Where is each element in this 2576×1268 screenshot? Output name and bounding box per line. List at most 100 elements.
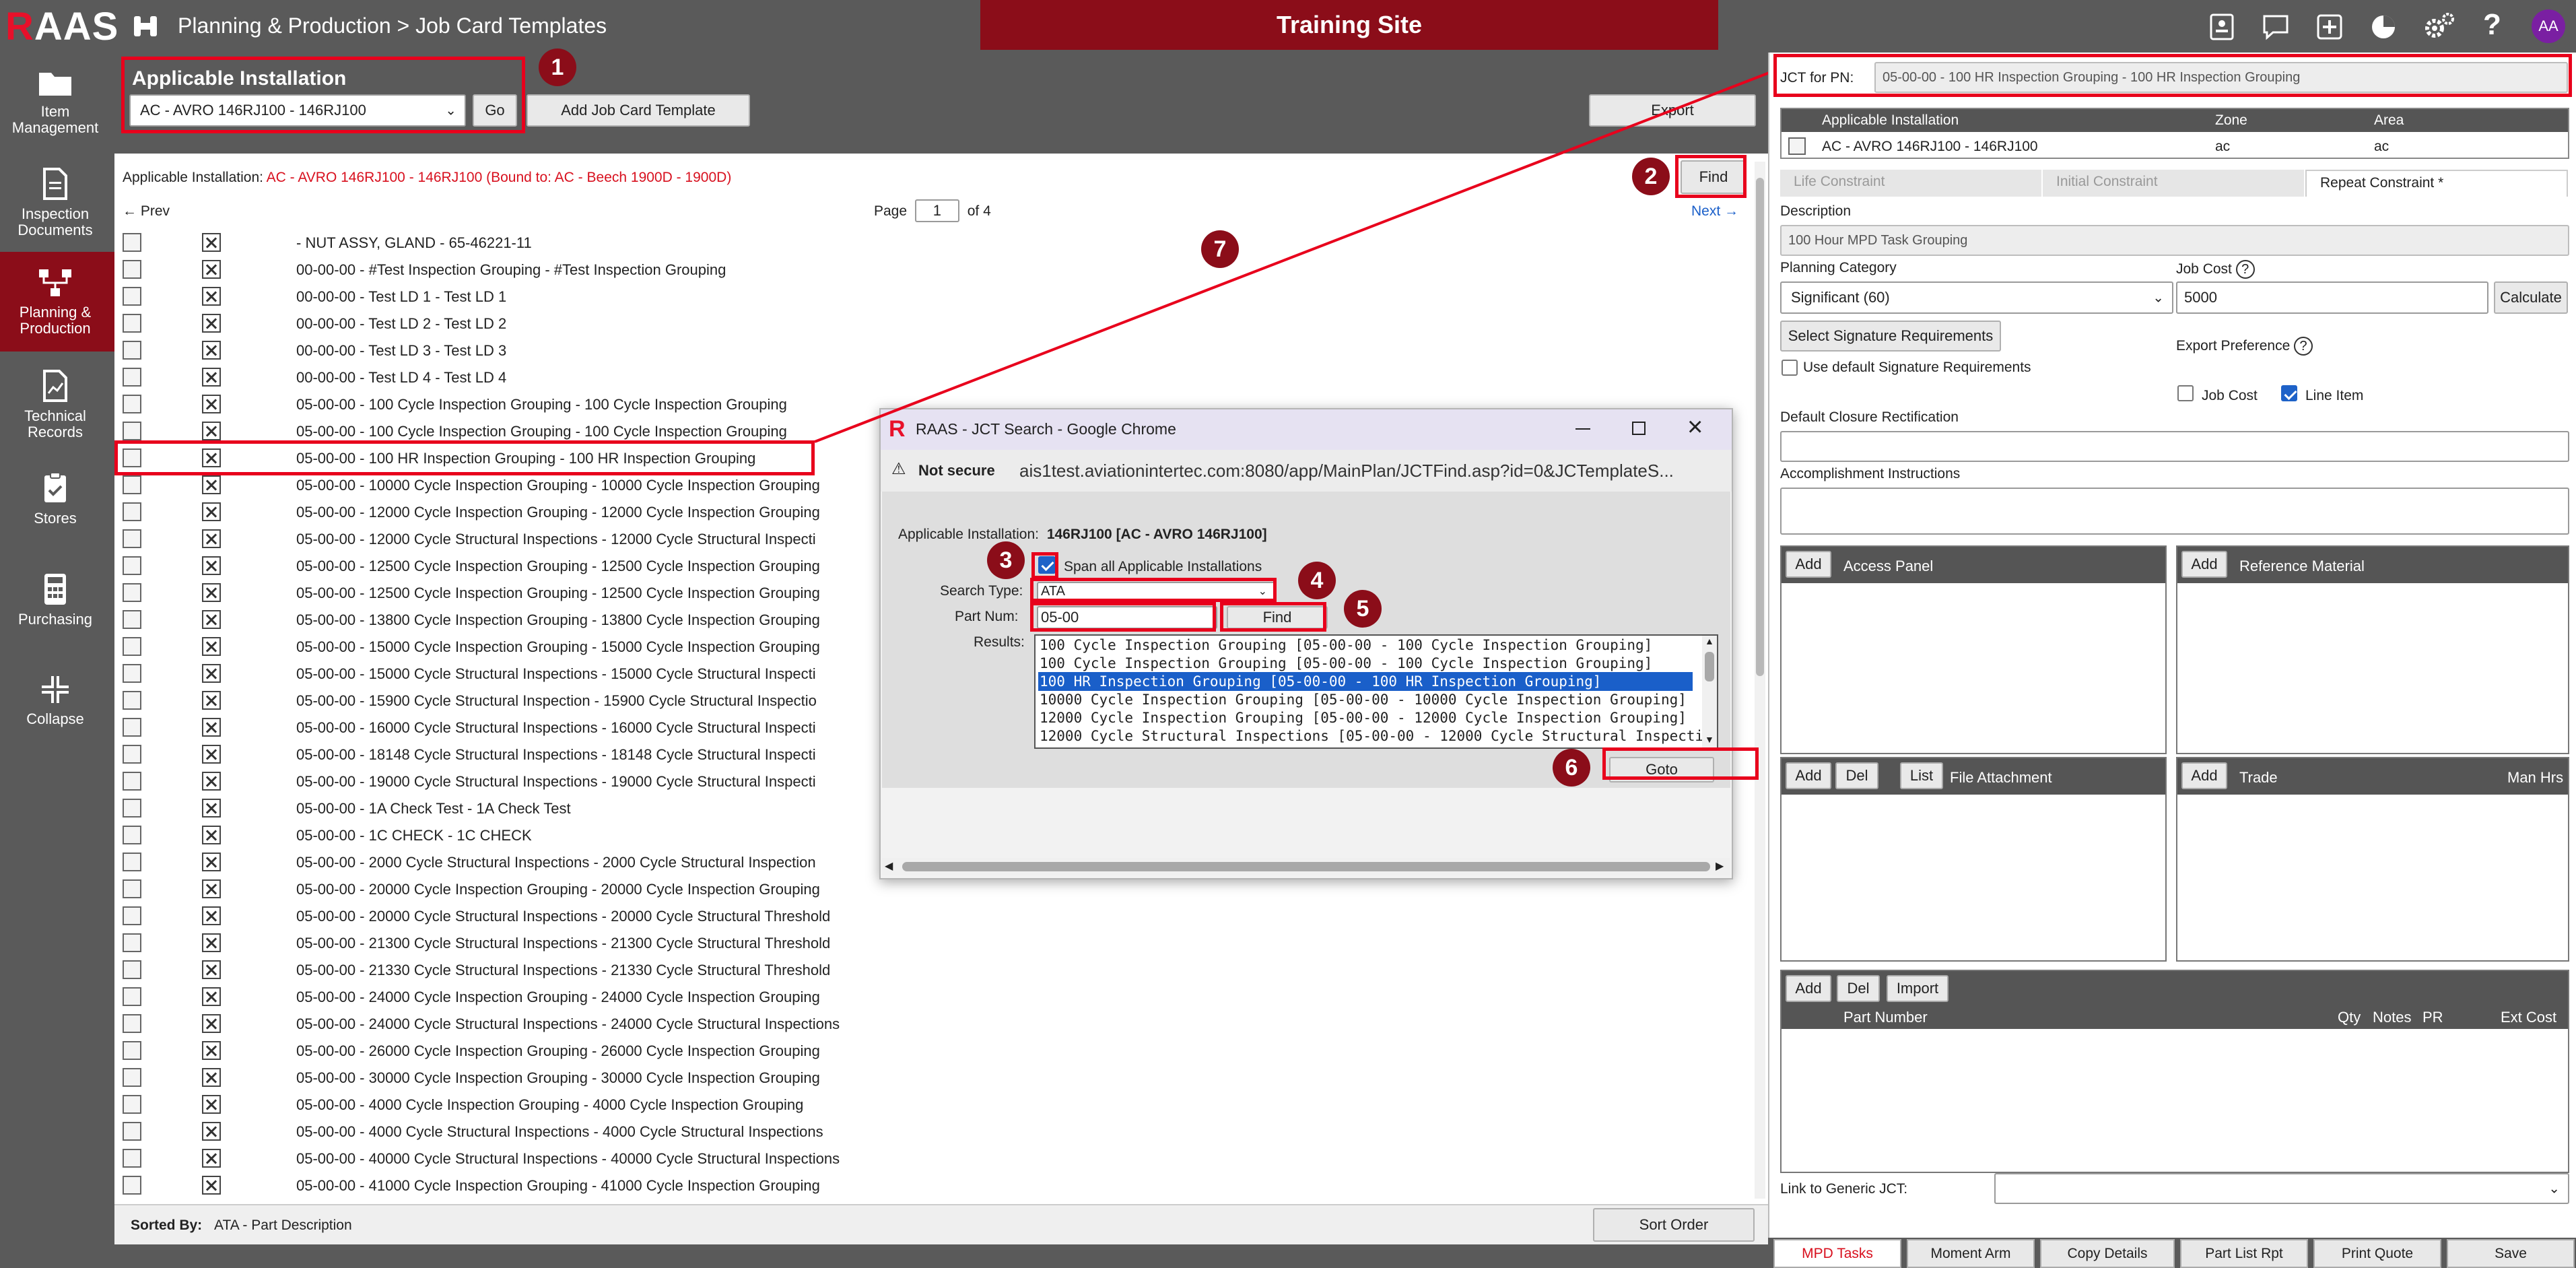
edit-icon[interactable] (123, 448, 141, 467)
default-closure-input[interactable] (1780, 431, 2569, 462)
popup-find-button[interactable]: Find (1227, 606, 1328, 629)
edit-icon[interactable] (123, 1068, 141, 1087)
delete-icon[interactable] (202, 799, 221, 817)
table-row[interactable]: 05-00-00 - 13800 Cycle Inspection Groupi… (114, 606, 875, 633)
export-line-item-checkbox[interactable] (2281, 385, 2297, 401)
export-job-cost-checkbox[interactable] (2177, 385, 2194, 401)
edit-icon[interactable] (123, 853, 141, 871)
edit-icon[interactable] (123, 772, 141, 791)
table-row[interactable]: 00-00-00 - Test LD 4 - Test LD 4 (114, 364, 875, 391)
results-scrollbar[interactable]: ▲ ▼ (1702, 636, 1717, 747)
sidebar-item-planning-production[interactable]: Planning & Production (0, 267, 110, 337)
link-generic-select[interactable]: ⌄ (1994, 1173, 2569, 1204)
table-row[interactable]: 00-00-00 - #Test Inspection Grouping - #… (114, 256, 875, 283)
table-row[interactable]: 05-00-00 - 24000 Cycle Structural Inspec… (114, 1010, 875, 1037)
table-row[interactable]: 05-00-00 - 4000 Cycle Inspection Groupin… (114, 1091, 875, 1118)
select-signature-button[interactable]: Select Signature Requirements (1780, 321, 2001, 352)
delete-icon[interactable] (202, 583, 221, 602)
table-row[interactable]: 05-00-00 - 12500 Cycle Inspection Groupi… (114, 579, 875, 606)
delete-icon[interactable] (202, 556, 221, 575)
list-files-button[interactable]: List (1900, 762, 1943, 789)
add-file-button[interactable]: Add (1786, 762, 1831, 789)
help-icon[interactable]: ? (2235, 260, 2255, 279)
edit-icon[interactable] (123, 718, 141, 737)
edit-icon[interactable] (123, 1041, 141, 1060)
sidebar-item-purchasing[interactable]: Purchasing (0, 572, 110, 628)
add-job-card-template-button[interactable]: Add Job Card Template (527, 94, 750, 127)
add-trade-button[interactable]: Add (2181, 762, 2227, 789)
delete-icon[interactable] (202, 1014, 221, 1033)
help-icon[interactable]: ? (2483, 8, 2501, 42)
delete-icon[interactable] (202, 1041, 221, 1060)
table-row[interactable]: 05-00-00 - 41000 Cycle Inspection Groupi… (114, 1172, 875, 1199)
table-row[interactable]: 05-00-00 - 15000 Cycle Inspection Groupi… (114, 633, 875, 660)
delete-icon[interactable] (202, 745, 221, 764)
result-item[interactable]: 10000 Cycle Inspection Grouping [05-00-0… (1038, 690, 1687, 709)
table-row[interactable]: 05-00-00 - 15900 Cycle Structural Inspec… (114, 687, 875, 714)
use-default-signature-checkbox[interactable] (1782, 360, 1798, 376)
table-row[interactable]: 05-00-00 - 15000 Cycle Structural Inspec… (114, 660, 875, 687)
edit-icon[interactable] (123, 691, 141, 710)
delete-part-button[interactable]: Del (1837, 975, 1880, 1002)
edit-icon[interactable] (123, 960, 141, 979)
delete-icon[interactable] (202, 1176, 221, 1195)
edit-icon[interactable] (123, 826, 141, 844)
maximize-icon[interactable] (1632, 422, 1646, 435)
applicable-installation-select[interactable]: AC - AVRO 146RJ100 - 146RJ100 ⌄ (129, 94, 466, 127)
user-avatar[interactable]: AA (2532, 9, 2565, 43)
delete-icon[interactable] (202, 960, 221, 979)
table-row[interactable]: 00-00-00 - Test LD 2 - Test LD 2 (114, 310, 875, 337)
delete-icon[interactable] (202, 1149, 221, 1168)
minimize-icon[interactable] (1575, 428, 1590, 430)
scroll-left-icon[interactable]: ◀ (885, 859, 893, 873)
delete-icon[interactable] (202, 502, 221, 521)
result-item[interactable]: 100 Cycle Inspection Grouping [05-00-00 … (1038, 636, 1652, 655)
tab-copy-details[interactable]: Copy Details (2040, 1239, 2175, 1268)
delete-icon[interactable] (202, 906, 221, 925)
popup-hscrollbar[interactable]: ◀ ▶ (882, 858, 1730, 875)
table-row[interactable]: 05-00-00 - 19000 Cycle Structural Inspec… (114, 768, 875, 795)
sidebar-item-inspection-documents[interactable]: Inspection Documents (0, 167, 110, 238)
table-row[interactable]: 05-00-00 - 21330 Cycle Structural Inspec… (114, 956, 875, 983)
table-row[interactable]: 05-00-00 - 21300 Cycle Structural Inspec… (114, 929, 875, 956)
table-row[interactable]: 00-00-00 - Test LD 3 - Test LD 3 (114, 337, 875, 364)
edit-icon[interactable] (123, 1149, 141, 1168)
span-all-checkbox[interactable] (1038, 556, 1056, 574)
sidebar-item-stores[interactable]: Stores (0, 471, 110, 527)
jct-for-pn-field[interactable]: 05-00-00 - 100 HR Inspection Grouping - … (1874, 62, 2568, 93)
table-row[interactable]: 05-00-00 - 12000 Cycle Inspection Groupi… (114, 498, 875, 525)
export-button[interactable]: Export (1589, 94, 1756, 127)
delete-icon[interactable] (202, 341, 221, 360)
edit-icon[interactable] (123, 395, 141, 413)
table-row[interactable]: 05-00-00 - 30000 Cycle Inspection Groupi… (114, 1064, 875, 1091)
edit-icon[interactable] (123, 260, 141, 279)
logo[interactable]: RAAS (5, 4, 118, 49)
edit-icon[interactable] (123, 529, 141, 548)
delete-icon[interactable] (202, 879, 221, 898)
sort-order-button[interactable]: Sort Order (1593, 1208, 1755, 1242)
edit-icon[interactable] (123, 1014, 141, 1033)
table-row[interactable]: 05-00-00 - 20000 Cycle Inspection Groupi… (114, 875, 875, 902)
next-link[interactable]: Next → (1691, 203, 1738, 220)
edit-icon[interactable] (123, 368, 141, 387)
job-cost-input[interactable]: 5000 (2176, 281, 2488, 314)
sidebar-item-item-management[interactable]: Item Management (0, 69, 110, 136)
delete-icon[interactable] (202, 1068, 221, 1087)
table-row[interactable]: 05-00-00 - 100 Cycle Inspection Grouping… (114, 391, 875, 418)
table-row[interactable]: 00-00-00 - Test LD 1 - Test LD 1 (114, 283, 875, 310)
results-scrollbar-thumb[interactable] (1705, 652, 1714, 681)
planning-category-select[interactable]: Significant (60) ⌄ (1780, 281, 2173, 314)
delete-icon[interactable] (202, 691, 221, 710)
tab-part-list-rpt[interactable]: Part List Rpt (2180, 1239, 2308, 1268)
delete-icon[interactable] (202, 448, 221, 467)
table-row[interactable]: 05-00-00 - 4000 Cycle Structural Inspect… (114, 1118, 875, 1145)
delete-icon[interactable] (202, 1095, 221, 1114)
scroll-right-icon[interactable]: ▶ (1716, 859, 1724, 873)
delete-icon[interactable] (202, 475, 221, 494)
contact-card-icon[interactable] (2207, 12, 2237, 42)
table-row[interactable]: 05-00-00 - 18148 Cycle Structural Inspec… (114, 741, 875, 768)
tab-mpd-tasks[interactable]: MPD Tasks (1773, 1239, 1901, 1268)
table-row[interactable]: 05-00-00 - 24000 Cycle Inspection Groupi… (114, 983, 875, 1010)
chat-icon[interactable] (2261, 12, 2291, 42)
delete-icon[interactable] (202, 287, 221, 306)
